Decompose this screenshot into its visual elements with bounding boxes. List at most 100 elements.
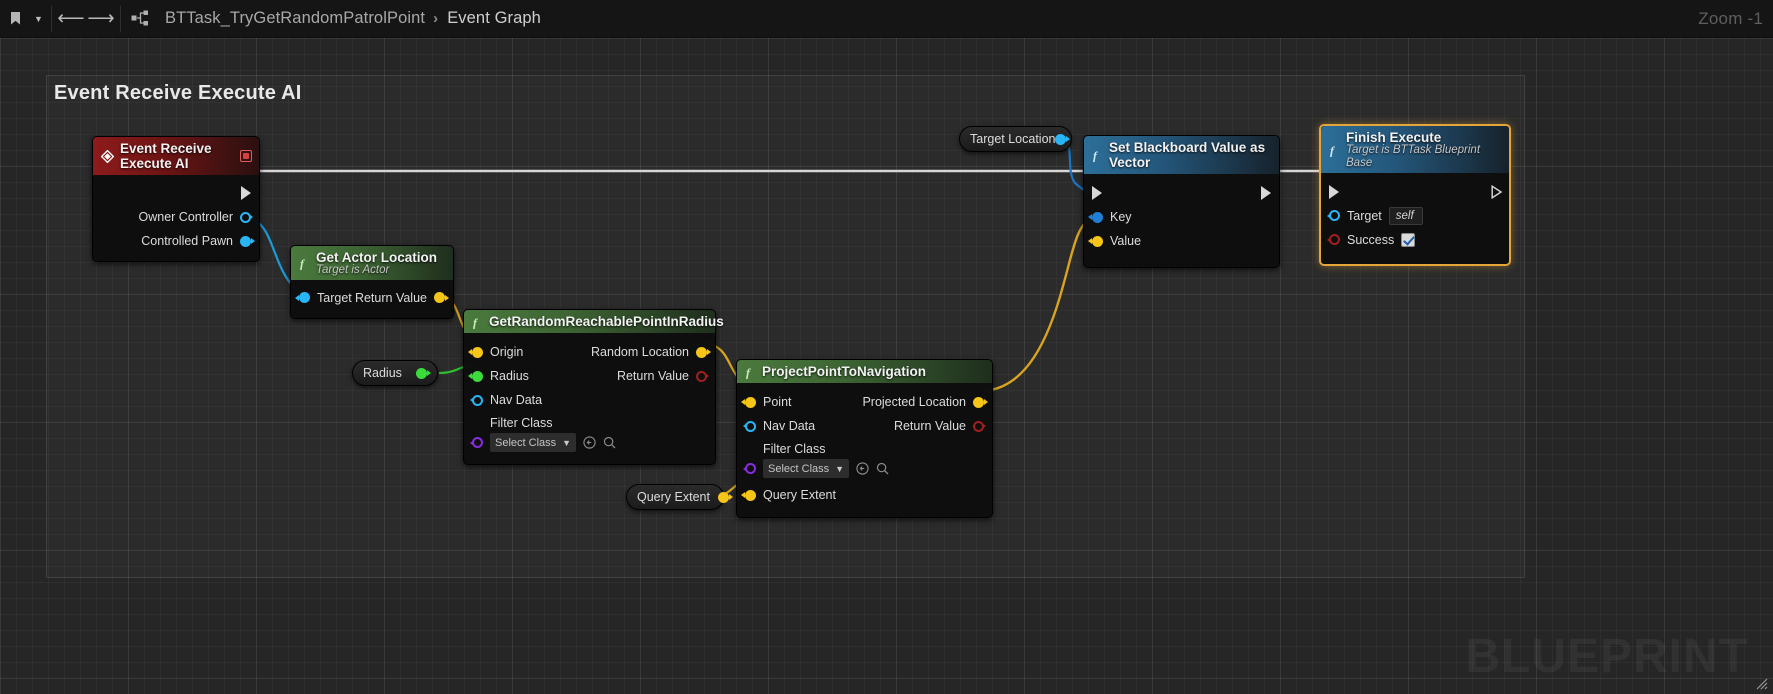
exec-out-pin[interactable] bbox=[1261, 186, 1271, 200]
filter-class-select[interactable]: Select Class ▼ bbox=[763, 459, 850, 478]
pin-point[interactable] bbox=[745, 396, 756, 408]
node-header[interactable]: f ProjectPointToNavigation bbox=[737, 360, 992, 383]
pin-row-controlled-pawn[interactable]: Controlled Pawn bbox=[93, 229, 259, 253]
pin-row-owner-controller[interactable]: Owner Controller bbox=[93, 205, 259, 229]
pin-row-key[interactable]: Key bbox=[1084, 205, 1279, 229]
navigate-forward-button[interactable]: ⟶ bbox=[86, 4, 116, 34]
target-self-value[interactable]: self bbox=[1388, 206, 1423, 225]
bookmark-button[interactable] bbox=[0, 4, 30, 34]
pin-row-return-value[interactable]: Return Value bbox=[355, 286, 445, 310]
pin-row-value[interactable]: Value bbox=[1084, 229, 1279, 253]
exec-out-pin[interactable] bbox=[241, 186, 251, 200]
graph-type-button[interactable] bbox=[125, 4, 155, 34]
node-get-random-reachable-point-in-radius[interactable]: f GetRandomReachablePointInRadius Origin… bbox=[463, 309, 724, 465]
pin-owner-controller[interactable] bbox=[240, 211, 251, 223]
pin-row-projected-location[interactable]: Projected Location bbox=[862, 390, 992, 414]
node-finish-execute[interactable]: f Finish Execute Target is BTTask Bluepr… bbox=[1319, 124, 1511, 266]
browse-back-icon[interactable] bbox=[583, 436, 596, 449]
node-title: Event Receive Execute AI bbox=[120, 141, 212, 171]
knot-query-extent[interactable]: Query Extent bbox=[626, 484, 729, 510]
node-body: Target self Success bbox=[1321, 173, 1509, 264]
exec-in-pin[interactable] bbox=[1092, 186, 1102, 200]
node-title: Get Actor Location bbox=[316, 250, 438, 265]
pin-row-query-extent[interactable]: Query Extent bbox=[737, 483, 992, 507]
breadcrumb-graph[interactable]: Event Graph bbox=[447, 9, 541, 28]
event-diamond-icon bbox=[101, 149, 114, 163]
pin-return-value[interactable] bbox=[973, 420, 984, 432]
node-header[interactable]: f GetRandomReachablePointInRadius bbox=[464, 310, 724, 333]
pin-label: Success bbox=[1347, 232, 1395, 247]
pin-row-exec-out[interactable] bbox=[93, 181, 259, 205]
search-icon[interactable] bbox=[876, 462, 889, 475]
pin-row-success[interactable]: Success bbox=[1321, 228, 1509, 252]
pin-row-nav-data[interactable]: Nav Data bbox=[464, 388, 715, 412]
svg-text:f: f bbox=[746, 365, 751, 379]
function-f-icon: f bbox=[299, 256, 310, 271]
node-subtitle: Target is Actor bbox=[316, 264, 390, 277]
node-header[interactable]: f Set Blackboard Value as Vector bbox=[1084, 136, 1279, 174]
pin-radius-out[interactable] bbox=[416, 367, 427, 379]
filter-class-select[interactable]: Select Class ▼ bbox=[490, 433, 577, 452]
success-checkbox[interactable] bbox=[1401, 232, 1416, 247]
pin-query-extent-out[interactable] bbox=[717, 491, 729, 503]
bookmark-dropdown-button[interactable]: ▼ bbox=[30, 4, 47, 34]
knot-target-location[interactable]: Target Location bbox=[959, 126, 1072, 152]
pin-controlled-pawn[interactable] bbox=[240, 235, 251, 247]
knot-label: Target Location bbox=[970, 132, 1056, 146]
pin-origin[interactable] bbox=[472, 346, 483, 358]
event-square-icon[interactable] bbox=[240, 150, 252, 162]
pin-label: Target bbox=[317, 290, 352, 305]
pin-return-value[interactable] bbox=[434, 292, 445, 304]
pin-projected-location[interactable] bbox=[973, 396, 984, 408]
pin-nav-data[interactable] bbox=[745, 420, 756, 432]
exec-out-pin[interactable] bbox=[1491, 184, 1503, 199]
pin-row-random-location[interactable]: Random Location bbox=[591, 340, 715, 364]
pin-row-exec-out[interactable] bbox=[1491, 180, 1511, 204]
node-header[interactable]: f Finish Execute Target is BTTask Bluepr… bbox=[1321, 126, 1509, 173]
pin-target[interactable] bbox=[1329, 210, 1340, 222]
pin-target[interactable] bbox=[299, 292, 310, 304]
pin-row-exec-out[interactable] bbox=[1261, 181, 1279, 205]
node-title: GetRandomReachablePointInRadius bbox=[489, 314, 724, 329]
resize-handle-icon[interactable] bbox=[1754, 676, 1768, 690]
pin-label: Origin bbox=[490, 345, 524, 359]
pin-return-value[interactable] bbox=[696, 370, 707, 382]
node-get-actor-location[interactable]: f Get Actor Location Target is Actor Tar… bbox=[290, 245, 454, 319]
pin-target-location-out[interactable] bbox=[1055, 133, 1067, 145]
pin-row-target[interactable]: Target self bbox=[1321, 204, 1509, 228]
pin-key[interactable] bbox=[1092, 211, 1103, 223]
node-title: ProjectPointToNavigation bbox=[762, 364, 927, 379]
node-project-point-to-navigation[interactable]: f ProjectPointToNavigation Point Nav Dat… bbox=[736, 359, 993, 518]
editor-toolbar: ▼ ⟵ ⟶ BTTask_TryGetRandomPatrolPoint › E… bbox=[0, 0, 1773, 38]
pin-label: Return Value bbox=[616, 369, 689, 383]
pin-row-return-value[interactable]: Return Value bbox=[894, 414, 992, 438]
pin-query-extent[interactable] bbox=[745, 489, 756, 501]
breadcrumb: BTTask_TryGetRandomPatrolPoint › Event G… bbox=[165, 9, 541, 28]
pin-row-exec-in[interactable] bbox=[1084, 181, 1279, 205]
pin-radius[interactable] bbox=[472, 370, 483, 382]
node-set-blackboard-value-as-vector[interactable]: f Set Blackboard Value as Vector Key Val… bbox=[1083, 135, 1280, 268]
pin-success[interactable] bbox=[1329, 234, 1340, 246]
exec-in-pin[interactable] bbox=[1329, 184, 1339, 199]
breadcrumb-blueprint[interactable]: BTTask_TryGetRandomPatrolPoint bbox=[165, 9, 425, 28]
pin-random-location[interactable] bbox=[696, 346, 707, 358]
node-body: Key Value bbox=[1084, 174, 1279, 267]
pin-row-target[interactable]: Target bbox=[299, 286, 352, 310]
pin-row-exec-in[interactable] bbox=[1321, 180, 1509, 204]
node-body: Owner Controller Controlled Pawn bbox=[93, 175, 259, 261]
pin-row-return-value[interactable]: Return Value bbox=[617, 364, 715, 388]
pin-filter-class[interactable] bbox=[745, 463, 756, 474]
navigate-back-button[interactable]: ⟵ bbox=[56, 4, 86, 34]
pin-value[interactable] bbox=[1092, 235, 1103, 247]
node-event-receive-execute-ai[interactable]: Event Receive Execute AI Owner Controlle… bbox=[92, 136, 260, 262]
svg-text:f: f bbox=[473, 315, 478, 329]
node-header[interactable]: f Get Actor Location Target is Actor bbox=[291, 246, 453, 280]
pin-filter-class[interactable] bbox=[472, 437, 483, 448]
browse-back-icon[interactable] bbox=[856, 462, 869, 475]
blueprint-graph-canvas[interactable]: Event Receive Execute AI BLUEPRINT Event… bbox=[0, 38, 1773, 694]
knot-radius[interactable]: Radius bbox=[352, 360, 438, 386]
node-header[interactable]: Event Receive Execute AI bbox=[93, 137, 259, 175]
pin-nav-data[interactable] bbox=[472, 394, 483, 406]
chevron-down-icon: ▼ bbox=[835, 463, 845, 474]
search-icon[interactable] bbox=[603, 436, 616, 449]
